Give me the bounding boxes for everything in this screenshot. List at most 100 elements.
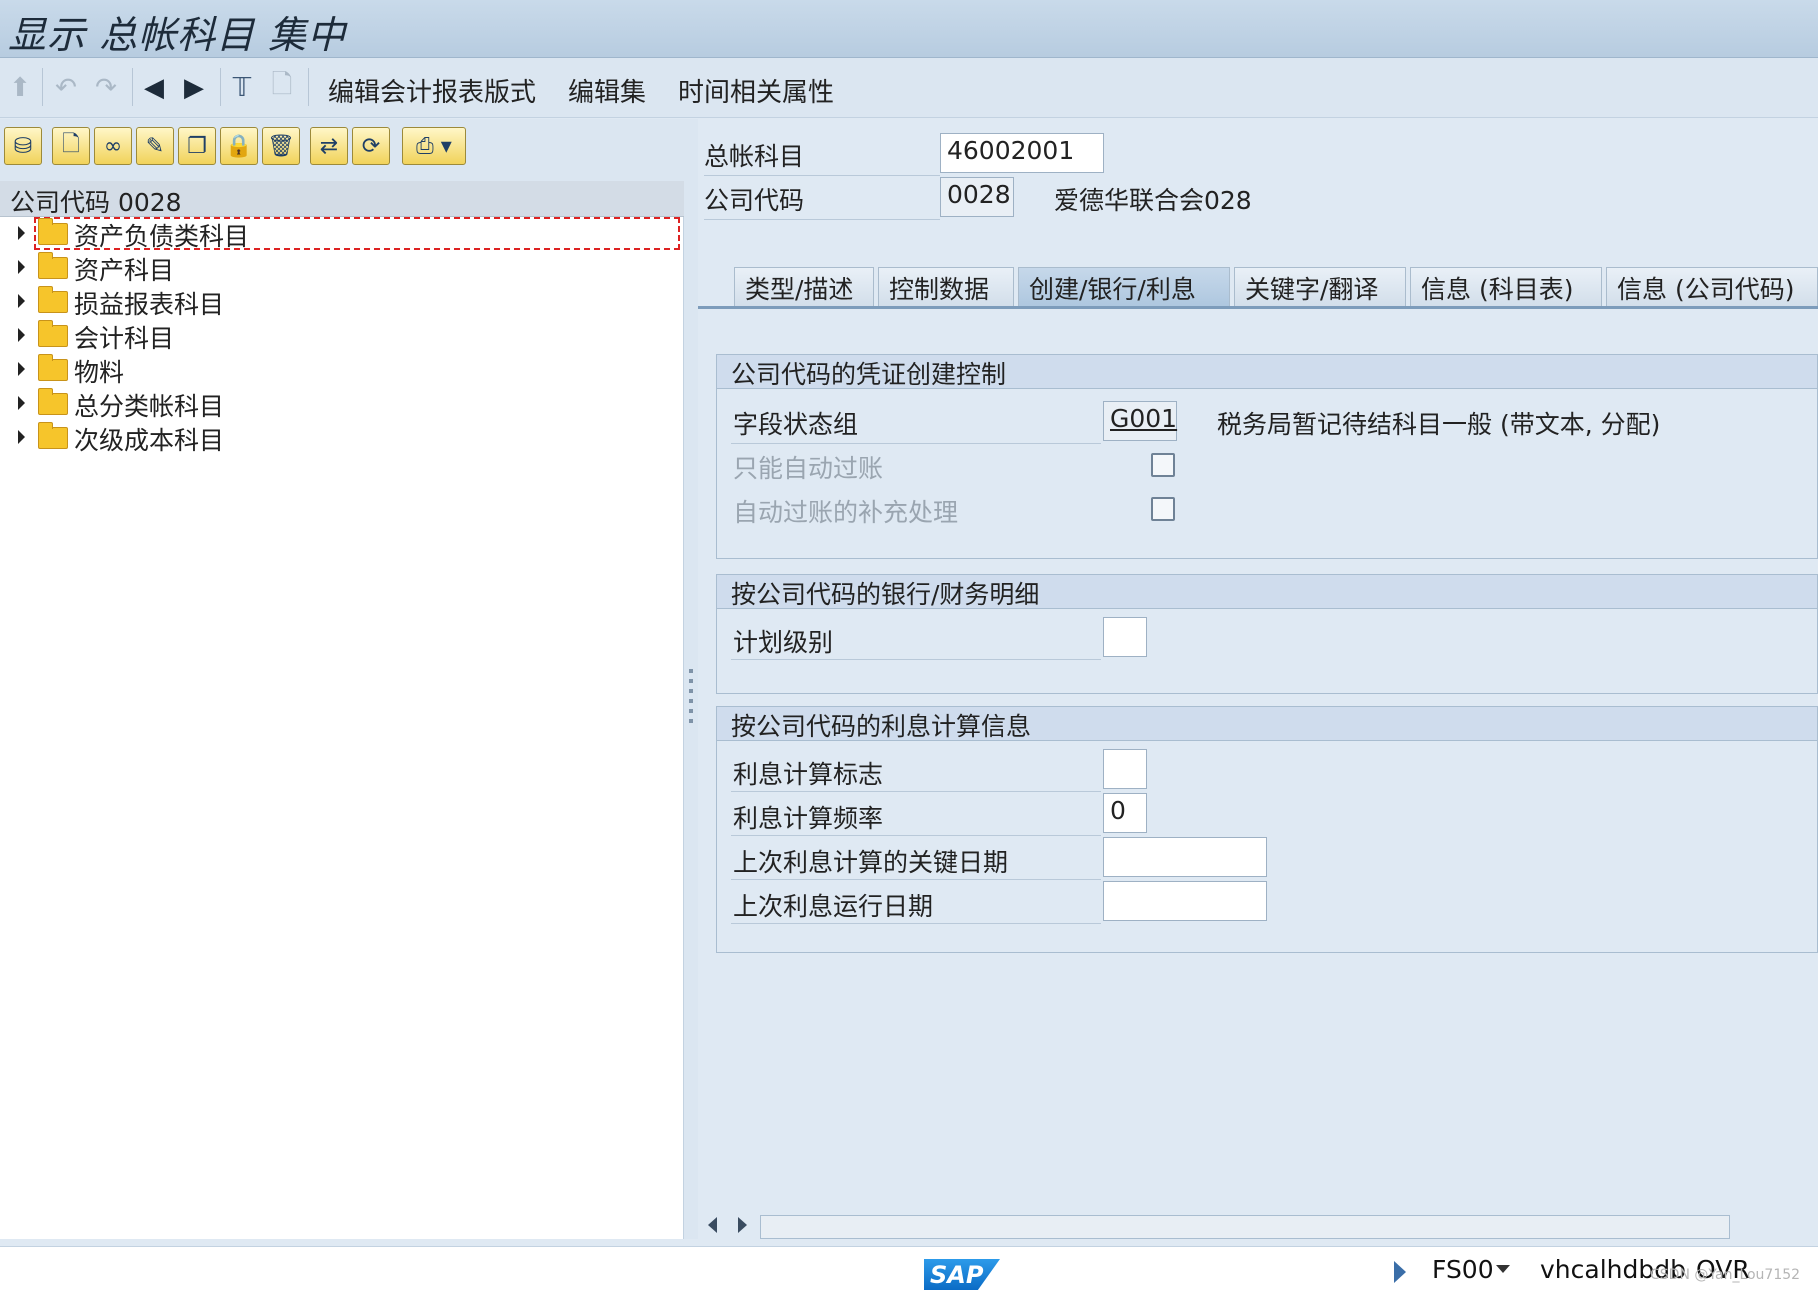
group-interest-calculation: 按公司代码的利息计算信息 利息计算标志 利息计算频率 0 上次利息计算的关键日期… bbox=[716, 706, 1818, 953]
company-code-label: 公司代码 bbox=[704, 186, 805, 215]
label-underline bbox=[704, 219, 940, 220]
group-header: 公司代码的凭证创建控制 bbox=[717, 355, 1817, 389]
group-document-creation-control: 公司代码的凭证创建控制 字段状态组 G001 税务局暂记待结科目一般 (带文本,… bbox=[716, 354, 1818, 559]
tab-control-data[interactable]: 控制数据 bbox=[878, 267, 1014, 307]
horizontal-scrollbar[interactable] bbox=[698, 1211, 1818, 1241]
title-bar: 显示 总帐科目 集中 bbox=[0, 0, 1818, 58]
expand-arrow-icon[interactable] bbox=[18, 260, 25, 274]
folder-icon bbox=[38, 354, 68, 381]
toolbar-separator bbox=[132, 68, 133, 106]
group-title: 按公司代码的利息计算信息 bbox=[731, 712, 1032, 741]
scroll-left-icon[interactable] bbox=[708, 1217, 717, 1233]
tree-header-label: 公司代码 0028 bbox=[10, 188, 182, 217]
folder-icon bbox=[38, 320, 68, 347]
expand-arrow-icon[interactable] bbox=[18, 430, 25, 444]
next-icon[interactable]: ▶ bbox=[176, 70, 212, 106]
supplement-auto-postings-checkbox[interactable] bbox=[1151, 497, 1175, 521]
print-icon[interactable]: ⎙ ▾ bbox=[402, 127, 466, 165]
glasses-icon[interactable]: ∞ bbox=[94, 127, 132, 165]
tree-item-label: 次级成本科目 bbox=[74, 426, 225, 455]
redo-icon[interactable]: ↷ bbox=[88, 70, 124, 106]
new-document-icon[interactable]: 🗋 bbox=[52, 127, 90, 165]
company-name-text: 爱德华联合会028 bbox=[1054, 186, 1252, 215]
supplement-auto-postings-label: 自动过账的补充处理 bbox=[733, 498, 959, 527]
expand-arrow-icon[interactable] bbox=[18, 396, 25, 410]
tree-item-secondary-cost-elements[interactable]: 次级成本科目 bbox=[0, 421, 684, 455]
copy-icon[interactable]: ❐ bbox=[178, 127, 216, 165]
expand-arrow-icon[interactable] bbox=[18, 226, 25, 240]
gl-account-field[interactable]: 46002001 bbox=[940, 133, 1104, 173]
group-header: 按公司代码的银行/财务明细 bbox=[717, 575, 1817, 609]
tree-item-label: 资产科目 bbox=[74, 256, 175, 285]
group-bank-financial-details: 按公司代码的银行/财务明细 计划级别 bbox=[716, 574, 1818, 694]
scrollbar-track[interactable] bbox=[760, 1215, 1730, 1239]
last-run-date-field[interactable] bbox=[1103, 881, 1267, 921]
menu-edit-sets[interactable]: 编辑集 bbox=[568, 72, 646, 109]
transport-icon[interactable]: ⇄ bbox=[310, 127, 348, 165]
group-title: 公司代码的凭证创建控制 bbox=[731, 360, 1007, 389]
tab-keyword-translation[interactable]: 关键字/翻译 bbox=[1234, 267, 1406, 307]
binoculars-icon[interactable]: ⛁ bbox=[4, 127, 42, 165]
interest-frequency-field[interactable]: 0 bbox=[1103, 793, 1147, 833]
group-header: 按公司代码的利息计算信息 bbox=[717, 707, 1817, 741]
tab-strip: 类型/描述 控制数据 创建/银行/利息 关键字/翻译 信息 (科目表) 信息 (… bbox=[698, 267, 1818, 307]
last-key-date-field[interactable] bbox=[1103, 837, 1267, 877]
last-key-date-label: 上次利息计算的关键日期 bbox=[733, 848, 1009, 877]
tree-item-materials[interactable]: 物料 bbox=[0, 353, 684, 387]
company-code-field[interactable]: 0028 bbox=[940, 177, 1014, 217]
tree-item-chart-of-accounts[interactable]: 会计科目 bbox=[0, 319, 684, 353]
folder-icon bbox=[38, 422, 68, 449]
tab-info-chart-of-accounts[interactable]: 信息 (科目表) bbox=[1410, 267, 1602, 307]
delete-icon[interactable]: 🗑 bbox=[262, 127, 300, 165]
field-status-group-label: 字段状态组 bbox=[733, 410, 859, 439]
tree-item-balance-sheet-accounts[interactable]: 资产负债类科目 bbox=[0, 217, 684, 251]
lock-icon[interactable]: 🔒 bbox=[220, 127, 258, 165]
document-search-icon[interactable]: 🗋 bbox=[264, 70, 300, 106]
previous-icon[interactable]: ◀ bbox=[136, 70, 172, 106]
label-underline bbox=[731, 443, 1101, 444]
tree-item-label: 会计科目 bbox=[74, 324, 175, 353]
text-edit-icon[interactable]: 𝕋 bbox=[224, 70, 260, 106]
folder-icon bbox=[38, 252, 68, 279]
folder-icon bbox=[38, 286, 68, 313]
share-icon[interactable]: ⬆ bbox=[2, 70, 38, 106]
transaction-code[interactable]: FS00 bbox=[1432, 1255, 1494, 1284]
post-automatically-only-checkbox[interactable] bbox=[1151, 453, 1175, 477]
tab-type-description[interactable]: 类型/描述 bbox=[734, 267, 874, 307]
expand-arrow-icon[interactable] bbox=[18, 328, 25, 342]
tree-item-gl-accounts[interactable]: 总分类帐科目 bbox=[0, 387, 684, 421]
scroll-right-icon[interactable] bbox=[738, 1217, 747, 1233]
splitter-grip-icon[interactable] bbox=[689, 669, 693, 725]
panel-splitter[interactable] bbox=[684, 119, 698, 1239]
pencil-icon[interactable]: ✎ bbox=[136, 127, 174, 165]
expand-arrow-icon[interactable] bbox=[18, 362, 25, 376]
company-code-value: 0028 bbox=[947, 180, 1011, 209]
gl-account-label: 总帐科目 bbox=[704, 142, 805, 171]
field-status-group-field[interactable]: G001 bbox=[1103, 401, 1177, 441]
tree-item-label: 资产负债类科目 bbox=[74, 222, 250, 251]
toolbar-separator bbox=[42, 68, 43, 106]
label-underline bbox=[731, 879, 1101, 880]
tree-toolbar: ⛁ 🗋 ∞ ✎ ❐ 🔒 🗑 ⇄ ⟳ ⎙ ▾ bbox=[0, 119, 684, 181]
play-icon[interactable] bbox=[1394, 1261, 1406, 1283]
field-status-group-value: G001 bbox=[1110, 404, 1178, 433]
interest-indicator-field[interactable] bbox=[1103, 749, 1147, 789]
detail-panel: 总帐科目 46002001 公司代码 0028 爱德华联合会028 类型/描述 … bbox=[698, 119, 1818, 1239]
tab-info-company-code[interactable]: 信息 (公司代码) bbox=[1606, 267, 1818, 307]
undo-icon[interactable]: ↶ bbox=[48, 70, 84, 106]
chevron-down-icon[interactable] bbox=[1496, 1265, 1510, 1273]
application-toolbar: ⬆ ↶ ↷ ◀ ▶ 𝕋 🗋 编辑会计报表版式 编辑集 时间相关属性 bbox=[0, 58, 1818, 118]
label-underline bbox=[704, 175, 940, 176]
tab-create-bank-interest[interactable]: 创建/银行/利息 bbox=[1018, 267, 1230, 307]
folder-icon bbox=[38, 388, 68, 415]
planning-level-field[interactable] bbox=[1103, 617, 1147, 657]
menu-edit-report-layout[interactable]: 编辑会计报表版式 bbox=[328, 72, 536, 109]
refresh-icon[interactable]: ⟳ bbox=[352, 127, 390, 165]
expand-arrow-icon[interactable] bbox=[18, 294, 25, 308]
field-status-group-description: 税务局暂记待结科目一般 (带文本, 分配) bbox=[1217, 410, 1661, 439]
tree-item-pl-accounts[interactable]: 损益报表科目 bbox=[0, 285, 684, 319]
tree-item-asset-accounts[interactable]: 资产科目 bbox=[0, 251, 684, 285]
watermark: CSDN @Yan_Lou7152 bbox=[1650, 1267, 1801, 1283]
planning-level-label: 计划级别 bbox=[733, 628, 834, 657]
menu-time-dependent-attributes[interactable]: 时间相关属性 bbox=[678, 72, 834, 109]
